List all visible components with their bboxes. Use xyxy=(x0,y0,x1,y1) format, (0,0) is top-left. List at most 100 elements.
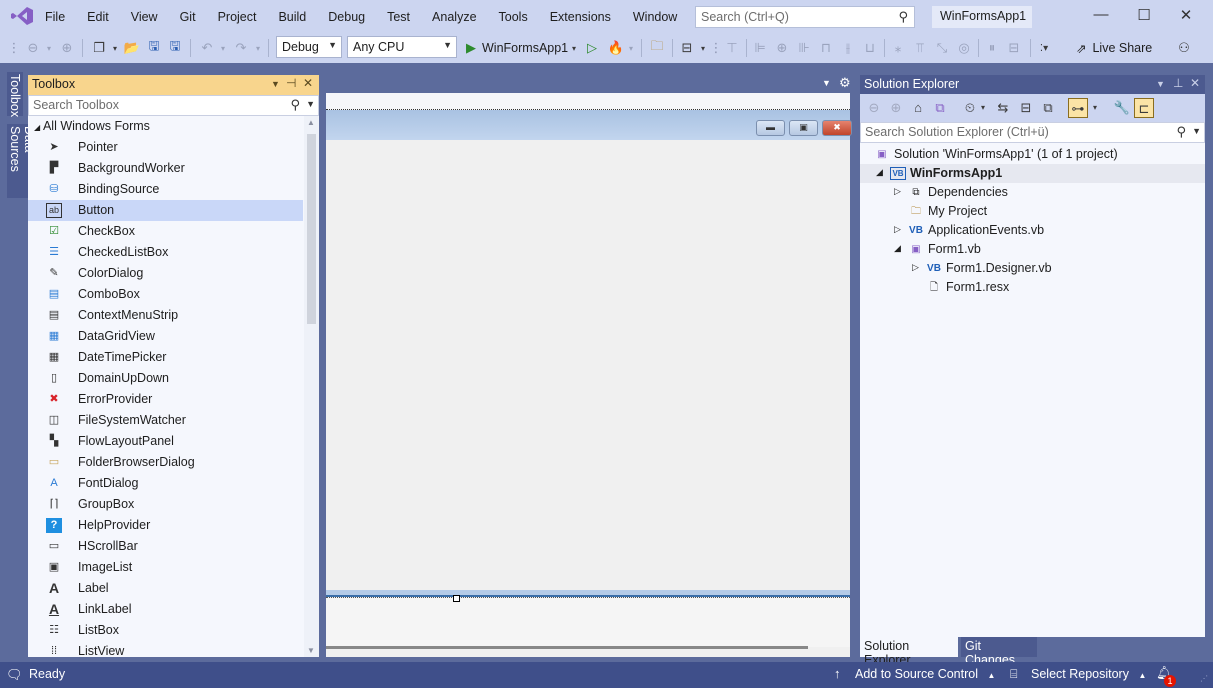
open-file-icon[interactable]: 📂 xyxy=(123,37,141,59)
menu-project[interactable]: Project xyxy=(218,10,257,24)
properties-icon[interactable]: 🔧 xyxy=(1112,98,1132,118)
find-in-files-icon[interactable]: 🗀 xyxy=(648,37,666,59)
collapse-all-icon[interactable]: ⊟ xyxy=(1016,98,1036,118)
menu-build[interactable]: Build xyxy=(278,10,306,24)
menu-debug[interactable]: Debug xyxy=(328,10,365,24)
toolbox-item[interactable]: ▣ ImageList xyxy=(28,557,303,578)
toolbox-item[interactable]: ➤ Pointer xyxy=(28,137,303,158)
start-debugging-icon[interactable]: ▶ xyxy=(463,37,479,59)
tree-node[interactable]: 🗋 Form1.resx xyxy=(860,278,1205,297)
toolbox-item[interactable]: ☷ ListBox xyxy=(28,620,303,641)
toolbox-item[interactable]: ⌈⌉ GroupBox xyxy=(28,494,303,515)
show-all-files-icon[interactable]: ⧉ xyxy=(1038,98,1058,118)
filter-dropdown[interactable]: ▾ xyxy=(978,98,988,118)
navigate-forward-button[interactable]: ⊕ xyxy=(58,37,76,59)
undo-dropdown[interactable]: ▾ xyxy=(218,37,228,59)
toolbar-grip[interactable]: ⋮ xyxy=(8,37,21,59)
global-search-input[interactable]: Search (Ctrl+Q) ⚲ xyxy=(695,6,915,28)
toolbox-item[interactable]: ▭ HScrollBar xyxy=(28,536,303,557)
resize-grip-icon[interactable]: ⋰ xyxy=(1200,674,1208,683)
menu-git[interactable]: Git xyxy=(180,10,196,24)
toolbar-grip[interactable]: ⋮ xyxy=(710,37,723,59)
start-without-debugging-icon[interactable]: ▷ xyxy=(584,37,600,59)
make-same-height-icon[interactable]: ⫪ xyxy=(912,37,928,59)
center-horizontally-icon[interactable]: ⏸ xyxy=(984,37,1000,59)
toolbox-item[interactable]: ▤ ContextMenuStrip xyxy=(28,305,303,326)
show-class-view-icon[interactable]: ⊶ xyxy=(1068,98,1088,118)
toolbox-item[interactable]: ▦ DateTimePicker xyxy=(28,347,303,368)
collapse-arrow-icon[interactable]: ◢ xyxy=(894,243,901,254)
tree-node[interactable]: ◢ ▣ Form1.vb xyxy=(860,240,1205,259)
start-target-button[interactable]: WinFormsApp1 xyxy=(482,37,568,59)
search-options-dropdown-icon[interactable]: ▼ xyxy=(1192,126,1201,136)
window-position-dropdown-icon[interactable]: ▼ xyxy=(271,79,280,89)
save-icon[interactable]: 🖫 xyxy=(145,37,163,59)
align-bottoms-icon[interactable]: ⊔ xyxy=(862,37,878,59)
center-vertically-icon[interactable]: ⊟ xyxy=(1006,37,1022,59)
expand-arrow-icon[interactable]: ▷ xyxy=(912,262,919,273)
form-layout-icon[interactable]: ⊟ xyxy=(678,37,696,59)
menu-view[interactable]: View xyxy=(131,10,158,24)
align-rights-icon[interactable]: ⊪ xyxy=(796,37,812,59)
save-all-icon[interactable]: 🖫 xyxy=(166,37,184,59)
toolbox-item[interactable]: ⛁ BindingSource xyxy=(28,179,303,200)
search-options-dropdown-icon[interactable]: ▼ xyxy=(306,99,315,109)
close-panel-icon[interactable]: ✕ xyxy=(1190,76,1200,90)
toolbox-item[interactable]: ▛ BackgroundWorker xyxy=(28,158,303,179)
tree-node[interactable]: ▷ VB ApplicationEvents.vb xyxy=(860,221,1205,240)
navigate-back-dropdown[interactable]: ▾ xyxy=(44,37,54,59)
solution-configuration-select[interactable]: Debug ▼ xyxy=(276,36,342,58)
start-target-dropdown[interactable]: ▾ xyxy=(569,37,579,59)
form-client-area[interactable] xyxy=(326,140,850,590)
collapse-arrow-icon[interactable]: ◢ xyxy=(876,167,883,178)
menu-extensions[interactable]: Extensions xyxy=(550,10,611,24)
close-button[interactable]: ✕ xyxy=(1172,6,1200,28)
minimize-button[interactable]: — xyxy=(1087,6,1115,28)
menu-analyze[interactable]: Analyze xyxy=(432,10,476,24)
pin-icon[interactable]: ⊥ xyxy=(1173,76,1183,90)
toolbox-category[interactable]: ◢ All Windows Forms xyxy=(28,116,303,137)
size-to-grid-icon[interactable]: ◎ xyxy=(956,37,972,59)
toolbox-item[interactable]: A FontDialog xyxy=(28,473,303,494)
toolbar-overflow-dropdown[interactable]: ▾ xyxy=(698,37,708,59)
scroll-down-icon[interactable]: ▼ xyxy=(307,646,315,655)
select-repository-button[interactable]: Select Repository ▲ xyxy=(1031,667,1146,681)
toolbox-search-input[interactable]: Search Toolbox ⚲ ▼ xyxy=(28,95,319,116)
align-centers-icon[interactable]: ⊕ xyxy=(774,37,790,59)
toolbox-item[interactable]: ☰ CheckedListBox xyxy=(28,242,303,263)
toolbox-item[interactable]: ▚ FlowLayoutPanel xyxy=(28,431,303,452)
menu-edit[interactable]: Edit xyxy=(87,10,109,24)
align-to-grid-icon[interactable]: ⊤ xyxy=(724,37,740,59)
live-share-button[interactable]: ⇗ Live Share xyxy=(1076,37,1166,59)
toolbox-side-tab[interactable]: Toolbox xyxy=(7,72,23,117)
tree-node[interactable]: ▷ VB Form1.Designer.vb xyxy=(860,259,1205,278)
tree-node[interactable]: ▷ ⧉ Dependencies xyxy=(860,183,1205,202)
redo-button[interactable]: ↷ xyxy=(232,37,250,59)
toolbox-item[interactable]: ▯ DomainUpDown xyxy=(28,368,303,389)
solution-explorer-search-input[interactable]: Search Solution Explorer (Ctrl+ü) ⚲ ▼ xyxy=(860,122,1205,143)
menu-window[interactable]: Window xyxy=(633,10,677,24)
align-lefts-icon[interactable]: ⊫ xyxy=(752,37,768,59)
view-dropdown[interactable]: ▾ xyxy=(1090,98,1100,118)
new-project-dropdown[interactable]: ▾ xyxy=(110,37,120,59)
toolbox-item[interactable]: ▦ DataGridView xyxy=(28,326,303,347)
output-message-icon[interactable]: 🗨 xyxy=(6,667,23,683)
redo-dropdown[interactable]: ▾ xyxy=(253,37,263,59)
component-tray[interactable] xyxy=(326,597,850,647)
tab-git-changes[interactable]: Git Changes xyxy=(961,637,1037,667)
tree-node[interactable]: ◢ VB WinFormsApp1 xyxy=(860,164,1205,183)
toolbox-item[interactable]: ⁞⁞ ListView xyxy=(28,641,303,657)
preview-selected-items-icon[interactable]: ⊏ xyxy=(1134,98,1154,118)
feedback-icon[interactable]: ⚇ xyxy=(1175,37,1193,59)
tree-node[interactable]: 🗀 My Project xyxy=(860,202,1205,221)
visual-studio-logo-icon[interactable] xyxy=(10,6,34,26)
resize-handle[interactable] xyxy=(453,595,460,602)
align-tops-icon[interactable]: ⊓ xyxy=(818,37,834,59)
toolbox-item[interactable]: ▤ ComboBox xyxy=(28,284,303,305)
pending-changes-filter-icon[interactable]: ⏲ xyxy=(960,98,980,118)
hot-reload-dropdown[interactable]: ▾ xyxy=(626,37,636,59)
toolbox-item[interactable]: ✎ ColorDialog xyxy=(28,263,303,284)
forward-icon[interactable]: ⊕ xyxy=(886,98,906,118)
hot-reload-icon[interactable]: 🔥 xyxy=(607,37,625,59)
new-project-icon[interactable]: ❐ xyxy=(89,37,109,59)
